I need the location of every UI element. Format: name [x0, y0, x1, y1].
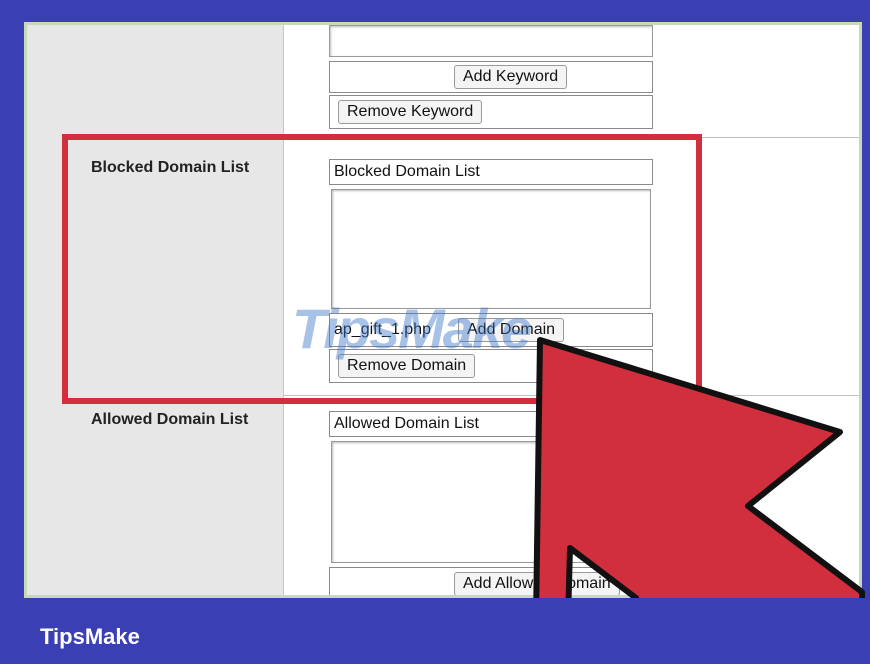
arrow-cursor-icon: [533, 337, 865, 623]
brand-label: TipsMake: [40, 624, 140, 649]
arrow-cursor-shape: [533, 337, 865, 623]
screenshot-frame: Add Keyword Remove Keyword Blocked Domai…: [0, 0, 870, 664]
